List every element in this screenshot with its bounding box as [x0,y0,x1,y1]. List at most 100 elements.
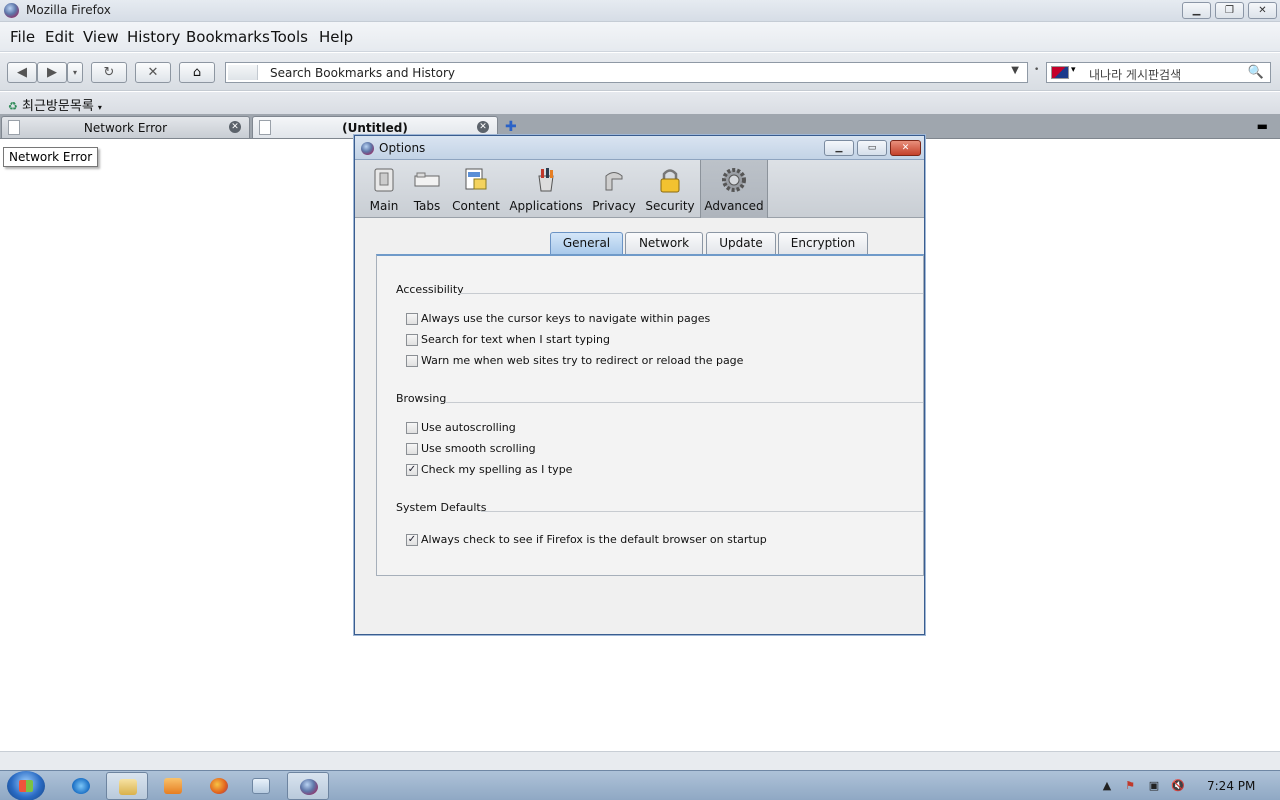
dialog-maximize-button[interactable]: ▭ [857,140,887,156]
recycle-icon: ♻ [8,100,18,113]
menu-file[interactable]: File [10,28,35,46]
tab-network[interactable]: Network [625,232,703,254]
new-tab-icon[interactable]: ✚ [505,119,517,135]
content-icon [465,168,487,190]
close-tab-icon[interactable]: ✕ [229,121,241,133]
pane-advanced[interactable]: Advanced [700,160,768,218]
checkbox-box[interactable] [406,313,418,325]
window-title-bar: Mozilla Firefox ▁ ❐ ✕ [0,0,1280,22]
tab-encryption[interactable]: Encryption [778,232,868,254]
volume-muted-icon[interactable]: 🔇 [1171,779,1185,793]
preferences-pane-bar: Main Tabs Content Applications Privacy S… [355,160,924,218]
tab-network-error[interactable]: Network Error ✕ [1,116,250,138]
taskbar-firefox[interactable] [198,772,240,800]
search-bar[interactable]: ▾ 내나라 게시판검색 🔍 [1046,62,1271,83]
checkbox-label: Use smooth scrolling [421,442,536,455]
pane-security[interactable]: Security [645,160,695,218]
checkbox-box[interactable] [406,355,418,367]
pane-main[interactable]: Main [363,160,405,218]
bookmark-folder-label: 최근방문목록 [22,99,94,114]
menu-tools[interactable]: Tools [271,28,308,46]
tab-update[interactable]: Update [706,232,776,254]
tab-tooltip: Network Error [3,147,99,167]
checkbox-box[interactable] [406,334,418,346]
taskbar-notepad[interactable] [240,772,282,800]
dialog-minimize-button[interactable]: ▁ [824,140,854,156]
close-window-button[interactable]: ✕ [1248,2,1277,19]
media-player-icon [164,778,182,794]
close-tab-icon[interactable]: ✕ [477,121,489,133]
network-icon[interactable]: ▣ [1147,779,1161,793]
pane-label: Applications [509,199,583,213]
firefox-logo-icon [300,779,318,795]
checkbox-label: Check my spelling as I type [421,463,573,476]
pane-label: Security [645,199,695,213]
folder-icon [119,779,137,795]
back-button[interactable]: ◀ [7,62,37,83]
pane-label: Advanced [704,199,764,213]
notepad-icon [252,778,270,794]
windows-logo-icon [19,780,33,792]
pane-applications[interactable]: Applications [509,160,583,218]
checkbox-label: Always check to see if Firefox is the de… [421,533,767,546]
checkbox-box[interactable]: ✓ [406,534,418,546]
taskbar-internet-explorer[interactable] [60,772,102,800]
search-icon[interactable]: 🔍 [1248,65,1264,80]
taskbar-media-player[interactable] [152,772,194,800]
group-divider [445,402,923,403]
list-all-tabs-icon[interactable]: ▬ [1257,119,1268,133]
group-divider [459,293,923,294]
chevron-down-icon: ▾ [97,103,102,112]
page-favicon-icon [228,65,258,80]
checkbox-label: Warn me when web sites try to redirect o… [421,354,744,367]
checkbox-label: Always use the cursor keys to navigate w… [421,312,711,325]
url-dropdown-icon[interactable]: ▼ [1011,65,1019,76]
privacy-mask-icon [605,172,623,191]
menu-view[interactable]: View [83,28,119,46]
bookmarks-toolbar: ♻ 최근방문목록 ▾ [0,92,1280,114]
forward-button[interactable]: ▶ [37,62,67,83]
pane-content[interactable]: Content [451,160,501,218]
pane-label: Main [369,199,399,213]
firefox-logo-icon [361,142,374,155]
start-button[interactable] [7,771,45,800]
windows-taskbar: ▲ ⚑ ▣ 🔇 7:24 PM [0,770,1280,800]
status-bar [0,751,1280,770]
show-hidden-icons-icon[interactable]: ▲ [1100,779,1114,793]
minimize-button[interactable]: ▁ [1182,2,1211,19]
stop-button[interactable]: ✕ [135,62,171,83]
tabs-icon [414,172,440,187]
internet-explorer-icon [72,778,90,794]
pane-label: Content [452,199,500,213]
menu-history[interactable]: History [127,28,180,46]
restore-button[interactable]: ❐ [1215,2,1244,19]
menu-bookmarks[interactable]: Bookmarks [186,28,270,46]
bookmark-folder-recent[interactable]: ♻ 최근방문목록 ▾ [8,95,102,114]
history-dropdown-button[interactable]: ▾ [67,62,83,83]
options-title: Options [379,141,426,155]
general-tab-panel: Accessibility Always use the cursor keys… [376,254,924,576]
firefox-logo-icon [4,3,19,18]
taskbar-firefox-window[interactable] [287,772,329,800]
search-engine-icon[interactable]: ▾ [1051,65,1079,80]
main-switch-icon [374,168,394,192]
group-heading-browsing: Browsing [396,392,447,405]
pane-privacy[interactable]: Privacy [591,160,637,218]
tab-general[interactable]: General [550,232,623,254]
pane-tabs[interactable]: Tabs [407,160,447,218]
checkbox-box[interactable]: ✓ [406,464,418,476]
home-button[interactable]: ⌂ [179,62,215,83]
reload-button[interactable]: ↻ [91,62,127,83]
taskbar-clock[interactable]: 7:24 PM [1207,779,1255,793]
menu-help[interactable]: Help [319,28,353,46]
taskbar-explorer[interactable] [106,772,148,800]
url-bar[interactable]: Search Bookmarks and History ▼ [225,62,1028,83]
dialog-close-button[interactable]: ✕ [890,140,921,156]
action-center-icon[interactable]: ⚑ [1123,779,1137,793]
options-dialog: Options ▁ ▭ ✕ Main Tabs Content Applicat… [354,135,925,635]
checkbox-box[interactable] [406,422,418,434]
menu-edit[interactable]: Edit [45,28,74,46]
checkbox-box[interactable] [406,443,418,455]
gear-icon [722,168,746,192]
checkbox-label: Use autoscrolling [421,421,516,434]
